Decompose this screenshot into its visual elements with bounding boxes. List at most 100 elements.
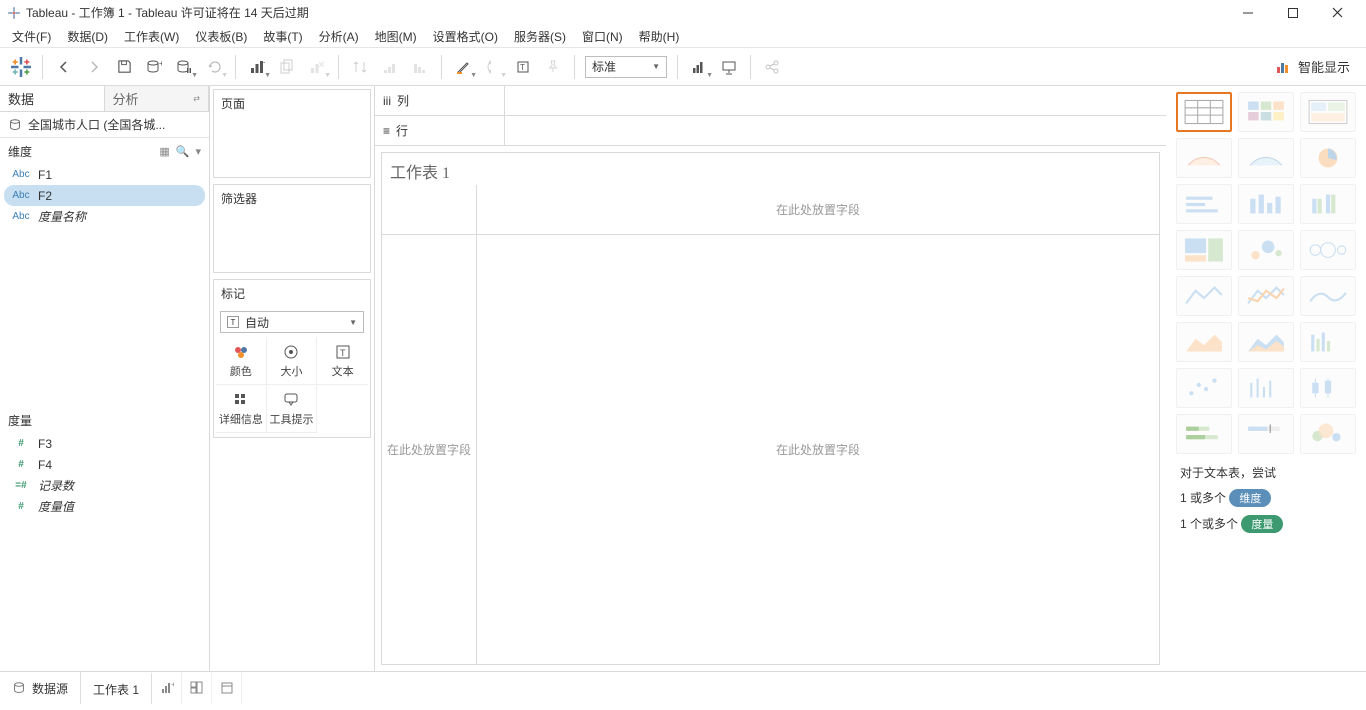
menu-server[interactable]: 服务器(S) [506,26,574,47]
swap-button[interactable] [345,52,375,82]
dimension-field[interactable]: Abc F2 [4,185,205,206]
chevron-down-icon: ▼ [349,318,357,327]
save-button[interactable] [109,52,139,82]
view-toggle-icon[interactable]: ▦ [159,145,169,158]
chart-type-tile[interactable] [1176,276,1232,316]
chart-type-tile[interactable] [1300,368,1356,408]
show-me-toggle[interactable]: 智能显示 [1266,57,1360,76]
chart-type-tile[interactable] [1238,184,1294,224]
drop-rows-area[interactable]: 在此处放置字段 [382,235,477,664]
marks-color[interactable]: 颜色 [216,337,267,385]
chart-type-tile[interactable] [1238,368,1294,408]
chart-type-tile[interactable] [1238,92,1294,132]
search-icon[interactable]: 🔍 [176,145,190,158]
undo-redo-button[interactable]: ▼ [199,52,229,82]
marks-tooltip[interactable]: 工具提示 [267,385,318,433]
tab-data[interactable]: 数据 [0,86,105,111]
minimize-button[interactable] [1225,0,1270,25]
share-button[interactable] [757,52,787,82]
sheet-title[interactable]: 工作表 1 [382,153,1159,185]
chart-type-tile[interactable] [1238,276,1294,316]
measure-field[interactable]: =#记录数 [4,475,205,496]
marks-text[interactable]: T文本 [317,337,368,385]
rows-shelf[interactable]: ≡行 [375,116,1166,146]
chart-type-tile[interactable] [1300,92,1356,132]
new-story-tab-button[interactable] [212,672,242,704]
chevron-icon: ⇄ [193,94,200,103]
chart-type-tile[interactable] [1300,230,1356,270]
pages-card[interactable]: 页面 [213,89,371,178]
chart-type-tile[interactable] [1176,230,1232,270]
marks-detail[interactable]: 详细信息 [216,385,267,433]
sort-asc-button[interactable] [375,52,405,82]
group-button[interactable]: ▼ [478,52,508,82]
chart-type-tile[interactable] [1238,322,1294,362]
chart-type-tile[interactable] [1238,138,1294,178]
menu-story[interactable]: 故事(T) [255,26,310,47]
columns-shelf[interactable]: iii列 [375,86,1166,116]
measure-field[interactable]: #度量值 [4,496,205,517]
dimension-field[interactable]: Abc度量名称 [4,206,205,227]
menu-file[interactable]: 文件(F) [4,26,59,47]
chart-type-tile[interactable] [1238,230,1294,270]
rows-icon: ≡ [383,124,390,138]
chart-type-tile[interactable] [1176,138,1232,178]
abc-icon: Abc [12,190,30,201]
datasource-item[interactable]: 全国城市人口 (全国各城... [0,112,209,138]
filters-card[interactable]: 筛选器 [213,184,371,273]
menu-window[interactable]: 窗口(N) [574,26,631,47]
dimension-field[interactable]: AbcF1 [4,164,205,185]
forward-button[interactable] [79,52,109,82]
menu-analysis[interactable]: 分析(A) [311,26,367,47]
marks-type-selector[interactable]: T 自动 ▼ [220,311,364,333]
back-button[interactable] [49,52,79,82]
chart-type-tile[interactable] [1176,184,1232,224]
tab-datasource[interactable]: 数据源 [0,672,81,704]
menu-icon[interactable]: ▾ [195,145,201,158]
cards-pane: 页面 筛选器 标记 T 自动 ▼ 颜色 大小 T文本 详细信息 工具提示 [210,86,375,671]
menu-data[interactable]: 数据(D) [59,26,116,47]
pause-updates-button[interactable]: ▼ [169,52,199,82]
chart-type-tile[interactable] [1238,414,1294,454]
maximize-button[interactable] [1270,0,1315,25]
tab-worksheet-1[interactable]: 工作表 1 [81,672,152,704]
duplicate-sheet-button[interactable] [272,52,302,82]
chart-type-tile[interactable] [1300,322,1356,362]
measure-field[interactable]: #F3 [4,433,205,454]
pin-button[interactable] [538,52,568,82]
highlight-button[interactable]: ▼ [448,52,478,82]
chart-type-tile[interactable] [1300,276,1356,316]
menu-map[interactable]: 地图(M) [367,26,425,47]
chart-type-tile[interactable] [1176,322,1232,362]
new-worksheet-tab-button[interactable]: + [152,672,182,704]
show-mark-labels-button[interactable]: T [508,52,538,82]
clear-sheet-button[interactable]: ▼ [302,52,332,82]
svg-text:+: + [263,59,265,67]
drop-field-area[interactable]: 在此处放置字段 [477,235,1159,664]
chart-type-tile[interactable] [1176,414,1232,454]
chart-type-tile[interactable] [1176,92,1232,132]
tableau-logo-icon[interactable] [6,52,36,82]
menu-dashboard[interactable]: 仪表板(B) [187,26,255,47]
menu-format[interactable]: 设置格式(O) [425,26,506,47]
presentation-button[interactable] [714,52,744,82]
show-cards-button[interactable]: ▼ [684,52,714,82]
fit-selector[interactable]: 标准 ▼ [585,56,667,78]
measure-field[interactable]: #F4 [4,454,205,475]
chart-type-tile[interactable] [1300,184,1356,224]
chart-type-tile[interactable] [1300,138,1356,178]
chart-type-tile[interactable] [1300,414,1356,454]
close-button[interactable] [1315,0,1360,25]
marks-size[interactable]: 大小 [267,337,318,385]
svg-text:+: + [159,59,162,68]
new-datasource-button[interactable]: + [139,52,169,82]
drop-columns-area[interactable]: 在此处放置字段 [477,185,1159,234]
chart-type-tile[interactable] [1176,368,1232,408]
menu-help[interactable]: 帮助(H) [631,26,688,47]
field-label: F2 [38,189,52,203]
menu-worksheet[interactable]: 工作表(W) [116,26,187,47]
new-worksheet-button[interactable]: +▼ [242,52,272,82]
tab-analytics[interactable]: 分析⇄ [105,86,210,111]
sort-desc-button[interactable] [405,52,435,82]
new-dashboard-tab-button[interactable] [182,672,212,704]
